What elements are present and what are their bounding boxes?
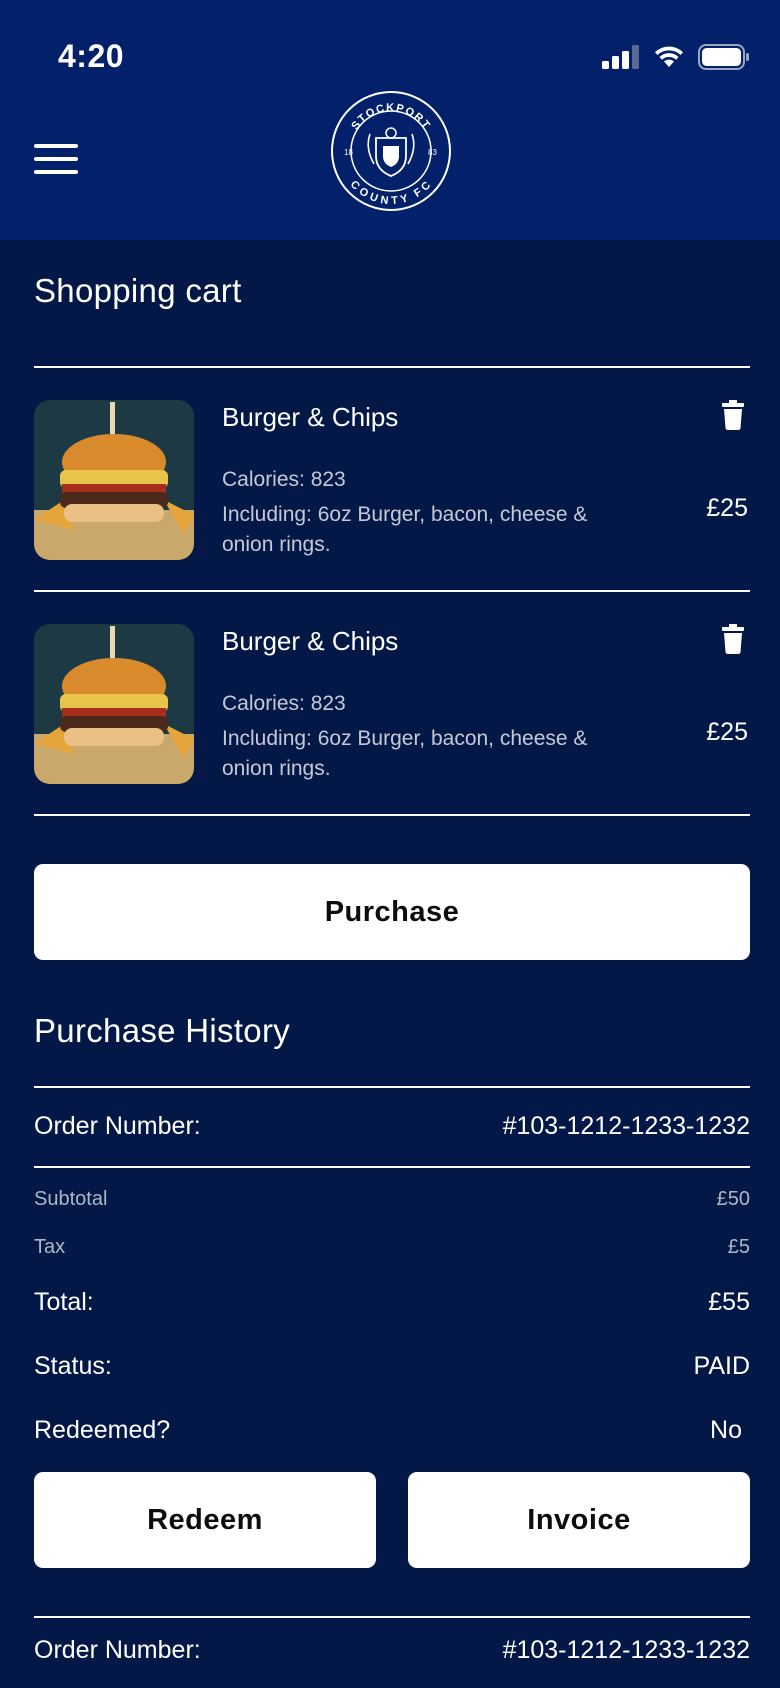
menu-icon-bar bbox=[34, 170, 78, 174]
trash-icon[interactable] bbox=[722, 624, 744, 654]
burger-image bbox=[34, 624, 194, 784]
status-label: Status: bbox=[34, 1352, 112, 1380]
menu-icon-bar bbox=[34, 144, 78, 148]
cart-item: Burger & Chips Calories: 823 Including: … bbox=[34, 400, 750, 570]
club-crest-logo[interactable]: STOCKPORT COUNTY FC 18 83 bbox=[330, 90, 452, 212]
item-calories: Calories: 823 bbox=[222, 692, 346, 715]
shopping-cart-title: Shopping cart bbox=[34, 272, 242, 309]
trash-icon[interactable] bbox=[722, 400, 744, 430]
total-label: Total: bbox=[34, 1288, 94, 1316]
order-number-row: Order Number: #103-1212-1233-1232 bbox=[34, 1636, 750, 1665]
redeemed-value: No bbox=[710, 1416, 742, 1444]
divider bbox=[34, 366, 750, 368]
divider bbox=[34, 814, 750, 816]
burger-image bbox=[34, 400, 194, 560]
wifi-icon bbox=[655, 46, 683, 67]
order-number-value: #103-1212-1233-1232 bbox=[502, 1636, 750, 1664]
cart-item: Burger & Chips Calories: 823 Including: … bbox=[34, 624, 750, 794]
subtotal-label: Subtotal bbox=[34, 1188, 108, 1210]
order-number-row: Order Number: #103-1212-1233-1232 bbox=[34, 1112, 750, 1141]
invoice-button[interactable]: Invoice bbox=[408, 1472, 750, 1568]
purchase-history-title: Purchase History bbox=[34, 1012, 291, 1049]
item-price: £25 bbox=[706, 494, 748, 522]
tax-label: Tax bbox=[34, 1236, 66, 1258]
app-header: 4:20 STOCKPORT COUNTY FC 18 83 bbox=[0, 0, 780, 240]
signal-icon bbox=[602, 45, 639, 69]
divider bbox=[34, 1086, 750, 1088]
divider bbox=[34, 1166, 750, 1168]
purchase-button[interactable]: Purchase bbox=[34, 864, 750, 960]
status-icons bbox=[602, 44, 750, 70]
item-calories: Calories: 823 bbox=[222, 468, 346, 491]
item-name: Burger & Chips bbox=[222, 626, 399, 656]
divider bbox=[34, 590, 750, 592]
menu-icon-bar bbox=[34, 157, 78, 161]
item-description: Including: 6oz Burger, bacon, cheese & o… bbox=[222, 503, 588, 556]
tax-row: Tax £5 bbox=[34, 1236, 750, 1259]
battery-icon bbox=[698, 44, 749, 70]
item-price: £25 bbox=[706, 718, 748, 746]
divider bbox=[34, 1616, 750, 1618]
redeemed-label: Redeemed? bbox=[34, 1416, 171, 1444]
subtotal-row: Subtotal £50 bbox=[34, 1188, 750, 1211]
total-row: Total: £55 bbox=[34, 1288, 750, 1317]
order-number-label: Order Number: bbox=[34, 1112, 201, 1140]
tax-value: £5 bbox=[727, 1236, 750, 1258]
redeem-button[interactable]: Redeem bbox=[34, 1472, 376, 1568]
menu-button[interactable] bbox=[34, 144, 78, 178]
item-description: Including: 6oz Burger, bacon, cheese & o… bbox=[222, 727, 588, 780]
status-value: PAID bbox=[693, 1352, 751, 1380]
item-name: Burger & Chips bbox=[222, 402, 399, 432]
subtotal-value: £50 bbox=[716, 1188, 750, 1210]
crest-right-number: 83 bbox=[428, 148, 437, 157]
total-value: £55 bbox=[708, 1288, 750, 1316]
redeemed-row: Redeemed? No bbox=[34, 1416, 742, 1445]
status-time: 4:20 bbox=[58, 38, 125, 74]
crest-left-number: 18 bbox=[344, 148, 353, 157]
status-row: Status: PAID bbox=[34, 1352, 750, 1381]
order-number-value: #103-1212-1233-1232 bbox=[502, 1112, 750, 1140]
order-number-label: Order Number: bbox=[34, 1636, 201, 1664]
